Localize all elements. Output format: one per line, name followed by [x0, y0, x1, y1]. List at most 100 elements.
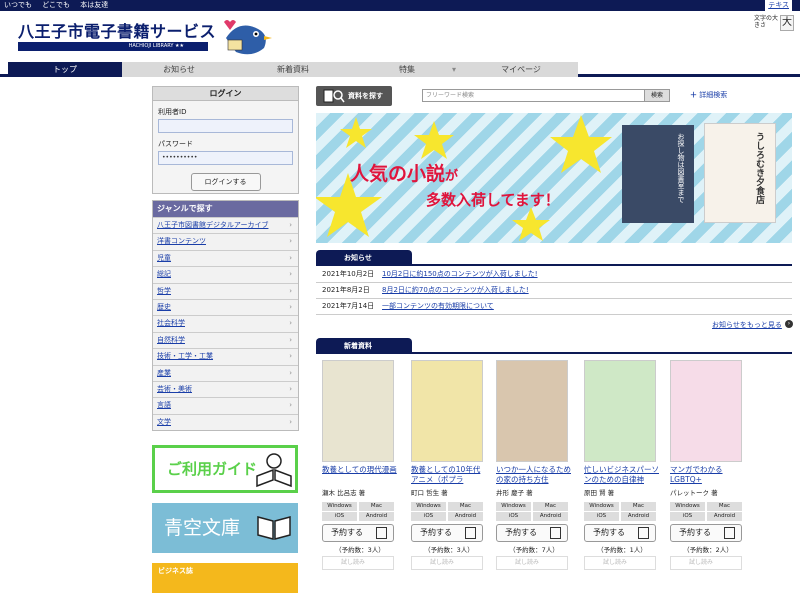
genre-item[interactable]: 産業	[153, 364, 298, 381]
genre-item[interactable]: 八王子市図書館デジタルアーカイブ	[153, 217, 298, 234]
reserve-book-icon	[724, 527, 735, 539]
book-title[interactable]: 忙しいビジネスパーソンのための自律神	[584, 465, 660, 485]
chevron-right-circle-icon[interactable]: ›	[785, 320, 793, 328]
book-cover[interactable]	[411, 360, 483, 462]
book-author: パレットーク 著	[670, 489, 718, 497]
format-badge: Android	[359, 512, 394, 521]
reserve-label: 予約する	[420, 528, 452, 537]
tab-mypage[interactable]: マイページ	[464, 62, 578, 77]
business-banner-label: ビジネス誌	[158, 567, 193, 575]
reserve-label: 予約する	[679, 528, 711, 537]
hero-banner[interactable]: 人気の小説が 多数入荷してます！ お探し物は図書室まで うしろむき夕食店	[316, 113, 792, 243]
hero-book2-title: うしろむき夕食店	[754, 132, 764, 204]
tab-features[interactable]: 特集 ▾	[350, 62, 464, 77]
genre-item[interactable]: 総記	[153, 266, 298, 283]
book-title[interactable]: マンガでわかるLGBTQ+	[670, 465, 746, 485]
hero-book-cover: お探し物は図書室まで	[622, 125, 694, 223]
tab-news[interactable]: お知らせ	[122, 62, 236, 77]
trial-read-button: 試し読み	[496, 556, 568, 570]
genre-item[interactable]: 哲学	[153, 282, 298, 299]
font-size-large-button[interactable]: 大	[780, 15, 794, 31]
reserve-book-icon	[638, 527, 649, 539]
reserve-button[interactable]: 予約する	[496, 524, 568, 542]
genre-item[interactable]: 社会科学	[153, 315, 298, 332]
sidebar: ログイン 利用者ID パスワード •••••••••• ログインする ジャンルで…	[152, 86, 299, 432]
password-input[interactable]: ••••••••••	[158, 151, 293, 165]
news-date: 2021年7月14日	[322, 302, 375, 310]
tab-new-arrivals[interactable]: 新着資料	[236, 62, 350, 77]
book-title[interactable]: 教養としての現代漫画	[322, 465, 398, 485]
book-cover[interactable]	[584, 360, 656, 462]
news-date: 2021年10月2日	[322, 270, 375, 278]
reservation-count: （予約数：3人）	[335, 546, 385, 554]
book-cover[interactable]	[496, 360, 568, 462]
user-id-input[interactable]	[158, 119, 293, 133]
hero-book1-title: お探し物は図書室まで	[677, 133, 685, 203]
genre-item[interactable]: 歴史	[153, 298, 298, 316]
open-book-icon	[257, 516, 291, 540]
reserve-button[interactable]: 予約する	[584, 524, 656, 542]
guide-banner-label: ご利用ガイド	[167, 460, 258, 478]
genre-item[interactable]: 芸術・美術	[153, 380, 298, 398]
login-button[interactable]: ログインする	[190, 173, 261, 191]
new-arrivals-title: 新着資料	[316, 338, 412, 354]
reserve-button[interactable]: 予約する	[322, 524, 394, 542]
new-arrivals-section-header: 新着資料	[316, 338, 792, 354]
format-badge: Windows	[496, 502, 531, 511]
tab-features-label: 特集	[399, 65, 415, 74]
news-date: 2021年8月2日	[322, 286, 370, 294]
genre-title: ジャンルで探す	[153, 201, 298, 217]
format-badge: Mac	[533, 502, 568, 511]
aozora-banner[interactable]: 青空文庫	[152, 503, 298, 553]
news-link[interactable]: 8月2日に約70点のコンテンツが入荷しました!	[382, 286, 529, 294]
news-section-title: お知らせ	[316, 250, 412, 266]
news-row: 2021年10月2日 10月2日に約150点のコンテンツが入荷しました!	[316, 267, 792, 283]
news-row: 2021年7月14日 一部コンテンツの有効期限について	[316, 299, 792, 315]
book-title[interactable]: 教養としての10年代アニメ（ポプラ	[411, 465, 487, 485]
reserve-button[interactable]: 予約する	[670, 524, 742, 542]
hero-headline-main: 人気の小説	[350, 163, 446, 185]
reserve-label: 予約する	[505, 528, 537, 537]
genre-item[interactable]: 自然科学	[153, 331, 298, 349]
news-link[interactable]: 10月2日に約150点のコンテンツが入荷しました!	[382, 270, 538, 278]
book-cover[interactable]	[322, 360, 394, 462]
business-banner[interactable]: ビジネス誌	[152, 563, 298, 593]
search-submit-button[interactable]: 検索	[644, 89, 670, 102]
book-author: 原田 賢 著	[584, 489, 615, 497]
user-id-label: 利用者ID	[158, 108, 187, 116]
news-more-link[interactable]: お知らせをもっと見る	[712, 320, 782, 330]
format-badge: Mac	[359, 502, 394, 511]
hero-subline: 多数入荷してます！	[426, 191, 560, 209]
advanced-search-link[interactable]: ＋ 詳細検索	[690, 90, 727, 100]
book-title[interactable]: いつか一人になるための家の持ち方住	[496, 465, 572, 485]
reserve-button[interactable]: 予約する	[411, 524, 483, 542]
book-author: 井形 慶子 著	[496, 489, 533, 497]
genre-item[interactable]: 技術・工学・工業	[153, 348, 298, 365]
format-badge: Android	[533, 512, 568, 521]
text-mode-link[interactable]: テキス	[765, 0, 792, 11]
logo-subtitle: HACHIOJI LIBRARY ★★	[18, 42, 208, 51]
bird-mascot-icon	[224, 20, 272, 55]
tab-top[interactable]: トップ	[8, 62, 122, 77]
book-cover[interactable]	[670, 360, 742, 462]
genre-item[interactable]: 児童	[153, 249, 298, 267]
free-word-search-input[interactable]: フリーワード検索	[422, 89, 658, 102]
format-badge: Android	[621, 512, 656, 521]
reservation-count: （予約数：3人）	[424, 546, 474, 554]
format-badge: iOS	[496, 512, 531, 521]
guide-banner[interactable]: ご利用ガイド	[152, 445, 298, 493]
news-section-header: お知らせ	[316, 250, 792, 266]
news-row: 2021年8月2日 8月2日に約70点のコンテンツが入荷しました!	[316, 283, 792, 299]
main-nav: トップ お知らせ 新着資料 特集 ▾ マイページ	[0, 60, 800, 77]
news-link[interactable]: 一部コンテンツの有効期限について	[382, 302, 494, 310]
genre-item[interactable]: 文学	[153, 413, 298, 431]
reader-icon	[256, 453, 292, 488]
font-size-label: 文字の大きさ	[754, 15, 779, 29]
format-badge: Windows	[670, 502, 705, 511]
book-card: 教養としての10年代アニメ（ポプラ 町口 哲生 著 Windows Mac iOS…	[411, 360, 487, 570]
slogan-2: どこでも	[42, 1, 71, 9]
site-logo[interactable]: 八王子市電子書籍サービス HACHIOJI LIBRARY ★★	[18, 18, 228, 54]
genre-item[interactable]: 言語	[153, 397, 298, 414]
magnifier-book-icon	[323, 89, 345, 103]
genre-item[interactable]: 洋書コンテンツ	[153, 233, 298, 250]
